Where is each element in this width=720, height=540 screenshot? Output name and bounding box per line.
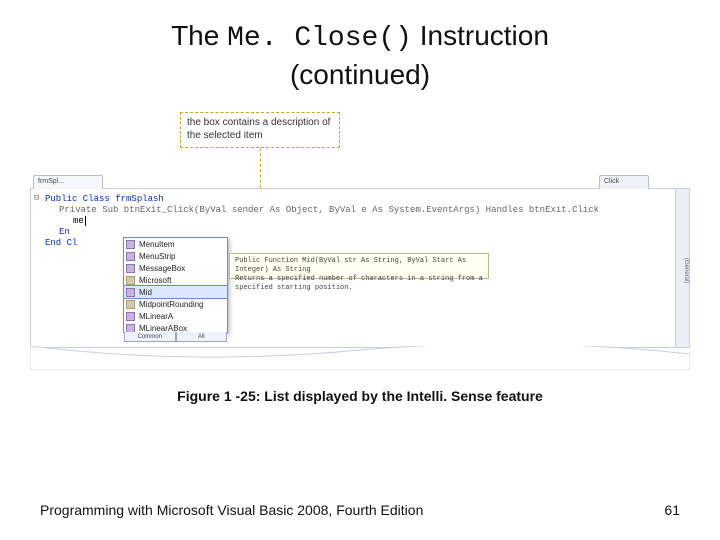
footer-page-number: 61 [664, 502, 680, 518]
code-editor-figure: frmSpl... Click (General) ⊟ Public Class… [30, 188, 690, 348]
title-pre: The [171, 20, 227, 51]
slide-title: The Me. Close() Instruction (continued) [40, 18, 680, 94]
intellisense-tab-common[interactable]: Common [124, 332, 176, 342]
title-post: Instruction [412, 20, 549, 51]
intellisense-filter-tabs: Common All [124, 332, 227, 342]
class-icon [126, 264, 135, 273]
code-line-class: Public Class frmSplash [45, 194, 669, 204]
outline-glyph: ⊟ [34, 193, 39, 203]
namespace-icon [126, 276, 135, 285]
intellisense-popup[interactable]: MenuItem MenuStrip MessageBox Microsoft … [123, 237, 228, 333]
annotation-text: the box contains a description of the se… [187, 117, 330, 141]
torn-edge [30, 346, 690, 370]
editor-tab-right[interactable]: Click [599, 175, 649, 189]
editor-side-pane: (General) [675, 189, 689, 347]
intellisense-item: MenuStrip [124, 250, 227, 262]
code-line-caret: me [73, 216, 669, 226]
editor-tabstrip: frmSpl... Click [31, 175, 689, 189]
intellisense-tooltip: Public Function Mid(ByVal str As String,… [229, 253, 489, 279]
intellisense-tab-all[interactable]: All [176, 332, 228, 342]
class-icon [126, 252, 135, 261]
footer-book-title: Programming with Microsoft Visual Basic … [40, 502, 423, 518]
title-line2: (continued) [290, 59, 430, 90]
title-mono: Me. Close() [227, 23, 412, 54]
tooltip-description: Returns a specified number of characters… [235, 275, 483, 293]
intellisense-item-selected: Mid [124, 286, 227, 298]
class-icon [126, 240, 135, 249]
code-line-end1: En [59, 227, 669, 237]
intellisense-item: MidpointRounding [124, 298, 227, 310]
figure-caption: Figure 1 -25: List displayed by the Inte… [0, 388, 720, 404]
intellisense-item: Microsoft [124, 274, 227, 286]
enum-icon [126, 300, 135, 309]
tooltip-signature: Public Function Mid(ByVal str As String,… [235, 257, 483, 275]
code-line-sub: Private Sub btnExit_Click(ByVal sender A… [59, 205, 669, 215]
intellisense-item: MenuItem [124, 238, 227, 250]
editor-tab-left[interactable]: frmSpl... [33, 175, 103, 189]
annotation-callout: the box contains a description of the se… [180, 112, 340, 148]
intellisense-item: MessageBox [124, 262, 227, 274]
code-area[interactable]: ⊟ Public Class frmSplash Private Sub btn… [31, 189, 675, 347]
method-icon [126, 288, 135, 297]
class-icon [126, 312, 135, 321]
intellisense-item: MLinearA [124, 310, 227, 322]
